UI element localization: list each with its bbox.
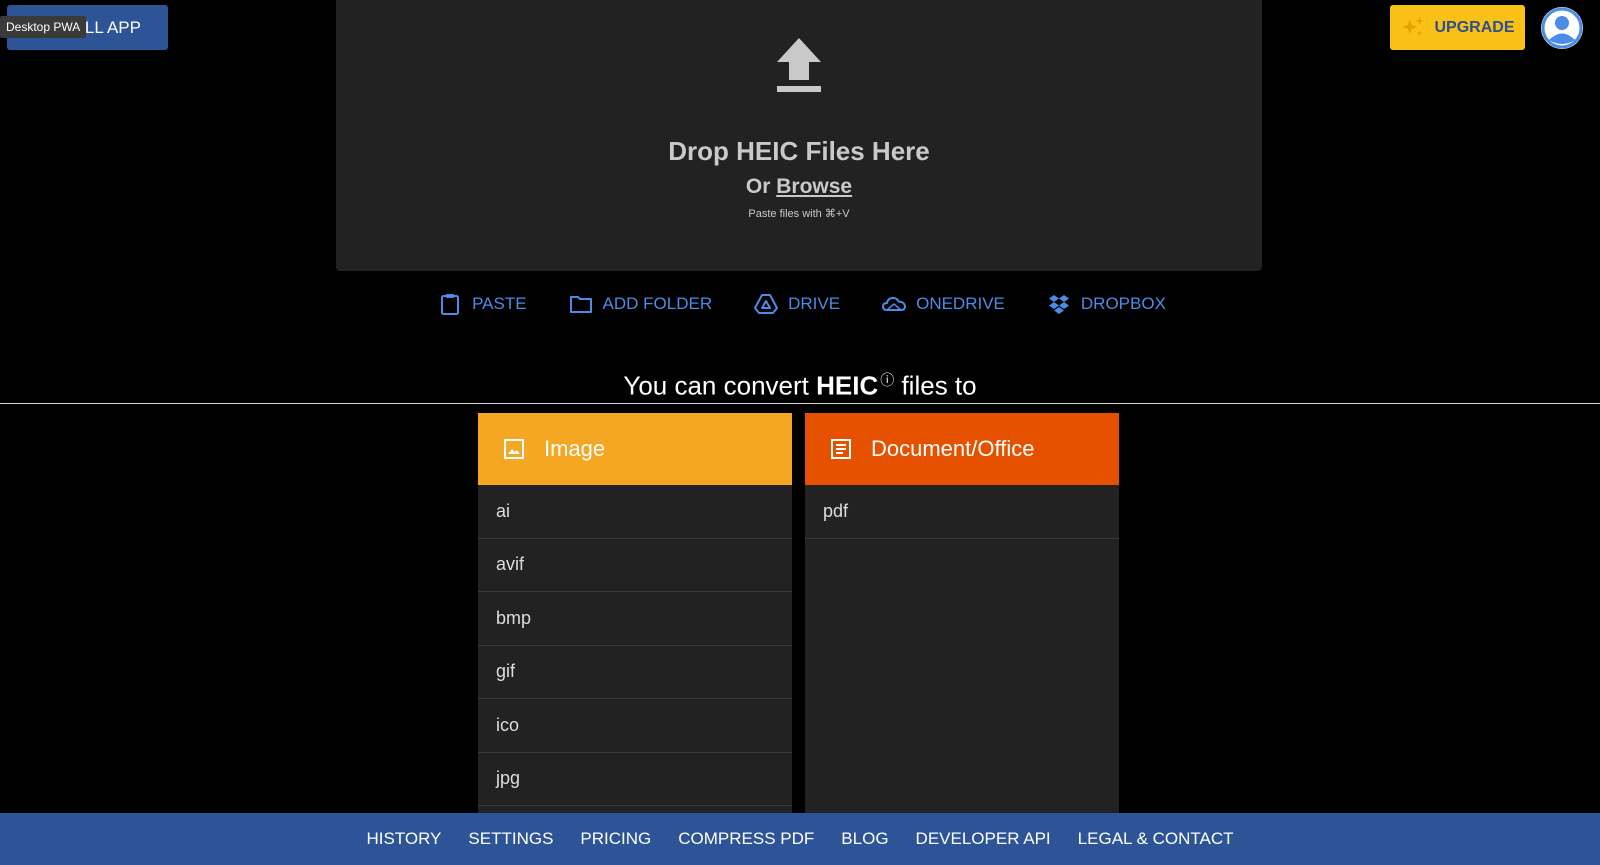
- dropbox-label: DROPBOX: [1080, 294, 1166, 313]
- category-document: Document/Office pdf: [805, 413, 1119, 813]
- format-item-avif[interactable]: avif: [478, 539, 792, 592]
- image-icon: [504, 439, 524, 459]
- upgrade-button[interactable]: UPGRADE: [1390, 5, 1525, 50]
- add-folder-label: ADD FOLDER: [602, 294, 713, 313]
- source-format: HEIC: [816, 370, 879, 401]
- nav-legal-contact[interactable]: LEGAL & CONTACT: [1078, 829, 1234, 849]
- format-item-ico[interactable]: ico: [478, 699, 792, 753]
- document-icon: [831, 439, 851, 459]
- clipboard-icon: [441, 294, 460, 315]
- drop-title: Drop HEIC Files Here: [668, 136, 930, 166]
- onedrive-button[interactable]: ONEDRIVE: [882, 292, 1005, 316]
- user-avatar[interactable]: [1541, 7, 1583, 49]
- category-image: Image ai avif bmp gif ico jpg: [478, 413, 792, 813]
- category-name: Image: [544, 436, 606, 461]
- drive-button[interactable]: DRIVE: [754, 292, 840, 316]
- paste-button[interactable]: PASTE: [438, 292, 527, 316]
- nav-developer-api[interactable]: DEVELOPER API: [916, 829, 1051, 849]
- onedrive-label: ONEDRIVE: [916, 294, 1005, 313]
- sparkle-icon: [1402, 16, 1424, 36]
- dropbox-icon: [1048, 295, 1069, 314]
- user-account-icon: [1541, 7, 1583, 49]
- format-item-jpg[interactable]: jpg: [478, 753, 792, 806]
- format-item-pdf[interactable]: pdf: [805, 485, 1119, 539]
- format-item-ai[interactable]: ai: [478, 485, 792, 539]
- heading-prefix: You can convert: [623, 370, 817, 401]
- drive-label: DRIVE: [788, 294, 841, 313]
- dropbox-button[interactable]: DROPBOX: [1047, 292, 1166, 316]
- desktop-pwa-tooltip: Desktop PWA: [0, 16, 87, 38]
- convert-heading: You can convert HEIC ⓘ files to: [0, 370, 1600, 402]
- format-item-gif[interactable]: gif: [478, 646, 792, 699]
- category-header-image[interactable]: Image: [478, 413, 792, 485]
- category-header-document[interactable]: Document/Office: [805, 413, 1119, 485]
- add-folder-button[interactable]: ADD FOLDER: [569, 292, 713, 316]
- info-icon[interactable]: ⓘ: [880, 372, 894, 388]
- onedrive-icon: [882, 297, 907, 311]
- nav-compress-pdf[interactable]: COMPRESS PDF: [678, 829, 814, 849]
- section-divider: [0, 403, 1600, 404]
- upload-icon: [777, 38, 821, 92]
- upload-source-bar: PASTE ADD FOLDER DRIVE ONEDRIVE DROPBOX: [0, 292, 1600, 316]
- category-name: Document/Office: [871, 436, 1035, 461]
- browse-link[interactable]: Browse: [776, 175, 852, 198]
- format-item-bmp[interactable]: bmp: [478, 592, 792, 646]
- bottom-nav: HISTORY SETTINGS PRICING COMPRESS PDF BL…: [0, 813, 1600, 865]
- browse-line: Or Browse: [746, 175, 852, 199]
- nav-settings[interactable]: SETTINGS: [468, 829, 553, 849]
- google-drive-icon: [754, 294, 779, 314]
- paste-label: PASTE: [472, 294, 527, 313]
- upgrade-label: UPGRADE: [1434, 18, 1515, 36]
- nav-pricing[interactable]: PRICING: [580, 829, 651, 849]
- page: ⤓ INSTALL APP Desktop PWA UPGRADE Drop H…: [0, 0, 1600, 865]
- folder-icon: [569, 296, 592, 313]
- nav-history[interactable]: HISTORY: [366, 829, 441, 849]
- nav-blog[interactable]: BLOG: [841, 829, 888, 849]
- file-drop-zone[interactable]: Drop HEIC Files Here Or Browse Paste fil…: [336, 0, 1262, 271]
- heading-suffix: files to: [894, 370, 977, 401]
- or-text: Or: [745, 175, 777, 198]
- paste-hint: Paste files with ⌘+V: [748, 208, 850, 220]
